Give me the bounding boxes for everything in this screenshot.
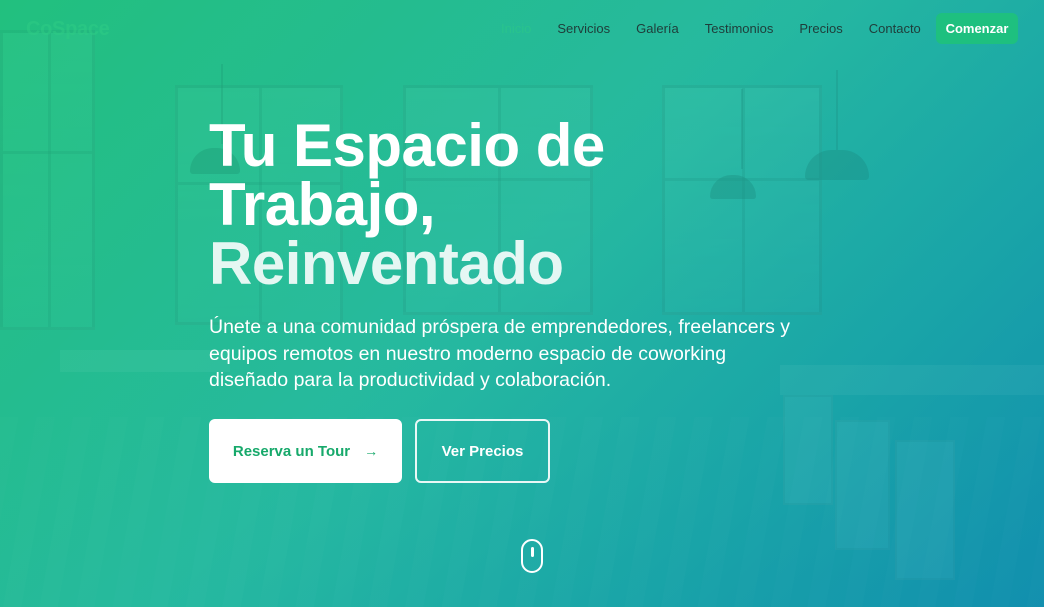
hero-title: Tu Espacio de Trabajo, Reinventado xyxy=(209,112,729,297)
ver-precios-button[interactable]: Ver Precios xyxy=(415,419,550,483)
hero-subtitle-line-2: equipos remotos en nuestro moderno espac… xyxy=(209,342,727,365)
top-navigation: CoSpace Inicio Servicios Galería Testimo… xyxy=(0,12,1044,46)
hero-section: CoSpace Inicio Servicios Galería Testimo… xyxy=(0,0,1044,607)
arrow-right-icon: → xyxy=(364,443,379,459)
nav-link-contacto[interactable]: Contacto xyxy=(869,21,921,36)
brand-logo[interactable]: CoSpace xyxy=(26,18,110,41)
mouse-wheel-indicator xyxy=(531,547,534,557)
reserva-tour-button[interactable]: Reserva un Tour → xyxy=(209,419,402,483)
hero-subtitle-line-1: Únete a una comunidad próspera de empren… xyxy=(209,316,791,338)
hero-title-line-3: Reinventado xyxy=(209,230,564,297)
nav-link-inicio[interactable]: Inicio xyxy=(501,21,531,36)
nav-links: Inicio Servicios Galería Testimonios Pre… xyxy=(501,21,921,36)
hero-subtitle-line-3: diseñado para la productividad y colabor… xyxy=(209,369,612,391)
nav-link-galeria[interactable]: Galería xyxy=(636,21,679,36)
gradient-overlay xyxy=(0,0,1044,607)
nav-link-precios[interactable]: Precios xyxy=(799,21,842,36)
hero-title-line-2: Trabajo, xyxy=(209,171,436,238)
nav-link-testimonios[interactable]: Testimonios xyxy=(705,21,774,36)
mouse-scroll-icon[interactable] xyxy=(521,539,543,573)
hero-subtitle: Únete a una comunidad próspera de empren… xyxy=(209,314,849,394)
hero-title-line-1: Tu Espacio de xyxy=(209,112,605,179)
comenzar-button[interactable]: Comenzar xyxy=(936,13,1018,44)
nav-link-servicios[interactable]: Servicios xyxy=(557,21,610,36)
reserva-tour-label: Reserva un Tour xyxy=(232,442,351,460)
